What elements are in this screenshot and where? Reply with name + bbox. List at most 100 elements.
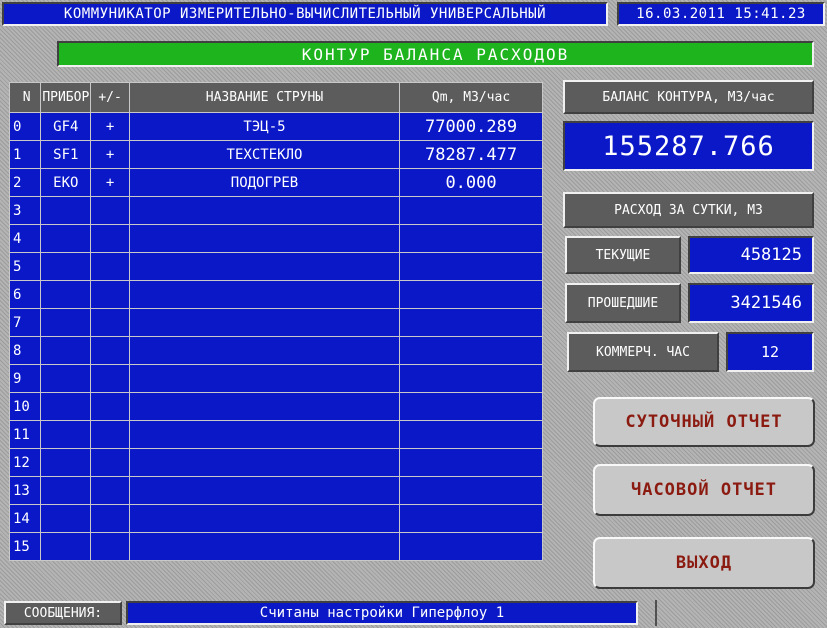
table-cell-value: [399, 224, 543, 253]
datetime-display: 16.03.2011 15:41.23: [617, 2, 825, 26]
panel-title: КОНТУР БАЛАНСА РАСХОДОВ: [301, 44, 570, 64]
balance-table: N ПРИБОР +/- НАЗВАНИЕ СТРУНЫ Qm, М3/час …: [8, 82, 543, 561]
table-cell-device: [40, 280, 92, 309]
table-row[interactable]: 4: [8, 224, 543, 253]
daily-label: РАСХОД ЗА СУТКИ, М3: [614, 202, 763, 218]
datetime-text: 16.03.2011 15:41.23: [636, 6, 806, 22]
table-row[interactable]: 0 GF4 + ТЭЦ-5 77000.289: [8, 112, 543, 141]
table-cell-name: [128, 336, 401, 365]
table-cell-device: SF1: [40, 140, 92, 169]
table-row[interactable]: 11: [8, 420, 543, 449]
table-cell-device: EKO: [40, 168, 92, 197]
table-row[interactable]: 3: [8, 196, 543, 225]
table-cell-n: 13: [8, 476, 42, 505]
table-cell-device: [40, 420, 92, 449]
table-row[interactable]: 5: [8, 252, 543, 281]
hourly-report-button[interactable]: ЧАСОВОЙ ОТЧЕТ: [593, 464, 815, 516]
table-row[interactable]: 12: [8, 448, 543, 477]
table-row[interactable]: 13: [8, 476, 543, 505]
table-cell-sign: [90, 308, 130, 337]
table-cell-device: [40, 336, 92, 365]
balance-label: БАЛАНС КОНТУРА, М3/час: [602, 89, 775, 105]
col-header-device: ПРИБОР: [40, 82, 92, 113]
table-cell-value: [399, 420, 543, 449]
table-cell-sign: [90, 420, 130, 449]
exit-button[interactable]: ВЫХОД: [593, 537, 815, 589]
current-label: ТЕКУЩИЕ: [595, 247, 651, 263]
table-cell-value: [399, 532, 543, 561]
table-cell-value: [399, 448, 543, 477]
table-cell-name: [128, 448, 401, 477]
table-cell-n: 4: [8, 224, 42, 253]
table-cell-name: [128, 280, 401, 309]
past-value: 3421546: [730, 293, 802, 313]
table-cell-name: [128, 224, 401, 253]
table-cell-sign: [90, 448, 130, 477]
table-cell-value: [399, 280, 543, 309]
table-cell-sign: [90, 532, 130, 561]
table-cell-value: [399, 364, 543, 393]
table-row[interactable]: 14: [8, 504, 543, 533]
table-cell-value: 78287.477: [399, 140, 543, 169]
table-cell-n: 15: [8, 532, 42, 561]
table-cell-sign: [90, 392, 130, 421]
status-message: Считаны настройки Гиперфлоу 1: [259, 605, 505, 621]
table-cell-name: [128, 504, 401, 533]
balance-value: 155287.766: [602, 130, 775, 162]
table-header-row: N ПРИБОР +/- НАЗВАНИЕ СТРУНЫ Qm, М3/час: [8, 82, 543, 113]
current-value: 458125: [740, 245, 802, 265]
status-label-box: СООБЩЕНИЯ:: [4, 601, 122, 625]
table-cell-device: [40, 504, 92, 533]
past-label: ПРОШЕДШИЕ: [587, 295, 659, 311]
daily-report-button[interactable]: СУТОЧНЫЙ ОТЧЕТ: [593, 397, 815, 447]
commercial-value: 12: [760, 343, 780, 361]
table-row[interactable]: 7: [8, 308, 543, 337]
table-cell-sign: +: [90, 112, 130, 141]
table-cell-n: 10: [8, 392, 42, 421]
table-cell-name: ТЕХСТЕКЛО: [128, 140, 401, 169]
table-row[interactable]: 15: [8, 532, 543, 561]
commercial-label: КОММЕРЧ. ЧАС: [596, 344, 690, 360]
table-cell-n: 8: [8, 336, 42, 365]
table-cell-value: [399, 476, 543, 505]
table-cell-name: ПОДОГРЕВ: [128, 168, 401, 197]
commercial-value-box: 12: [726, 332, 814, 372]
daily-report-label: СУТОЧНЫЙ ОТЧЕТ: [625, 412, 783, 432]
past-label-box: ПРОШЕДШИЕ: [565, 283, 681, 323]
table-cell-value: [399, 336, 543, 365]
app-title: КОММУНИКАТОР ИЗМЕРИТЕЛЬНО-ВЫЧИСЛИТЕЛЬНЫЙ…: [63, 6, 547, 22]
col-header-n: N: [8, 82, 42, 113]
table-cell-n: 12: [8, 448, 42, 477]
table-cell-n: 7: [8, 308, 42, 337]
exit-label: ВЫХОД: [675, 553, 733, 573]
table-cell-device: [40, 532, 92, 561]
table-cell-value: [399, 392, 543, 421]
table-cell-name: [128, 252, 401, 281]
table-cell-device: [40, 448, 92, 477]
table-cell-n: 5: [8, 252, 42, 281]
table-cell-device: [40, 224, 92, 253]
table-cell-device: [40, 476, 92, 505]
table-cell-value: [399, 196, 543, 225]
table-cell-sign: [90, 280, 130, 309]
table-row[interactable]: 8: [8, 336, 543, 365]
table-body: 0 GF4 + ТЭЦ-5 77000.289 1 SF1 + ТЕХСТЕКЛО 78287.4…: [8, 112, 543, 561]
table-cell-value: 0.000: [399, 168, 543, 197]
table-row[interactable]: 6: [8, 280, 543, 309]
daily-label-box: РАСХОД ЗА СУТКИ, М3: [563, 192, 814, 228]
table-row[interactable]: 2 EKO + ПОДОГРЕВ 0.000: [8, 168, 543, 197]
table-cell-value: [399, 252, 543, 281]
table-row[interactable]: 1 SF1 + ТЕХСТЕКЛО 78287.477: [8, 140, 543, 169]
current-label-box: ТЕКУЩИЕ: [565, 236, 681, 274]
current-value-box: 458125: [688, 236, 814, 274]
table-cell-sign: +: [90, 168, 130, 197]
table-cell-device: [40, 364, 92, 393]
table-cell-sign: [90, 224, 130, 253]
table-cell-sign: [90, 476, 130, 505]
table-row[interactable]: 9: [8, 364, 543, 393]
table-row[interactable]: 10: [8, 392, 543, 421]
table-cell-n: 0: [8, 112, 42, 141]
table-cell-sign: [90, 336, 130, 365]
table-cell-name: [128, 476, 401, 505]
col-header-flow: Qm, М3/час: [399, 82, 543, 113]
